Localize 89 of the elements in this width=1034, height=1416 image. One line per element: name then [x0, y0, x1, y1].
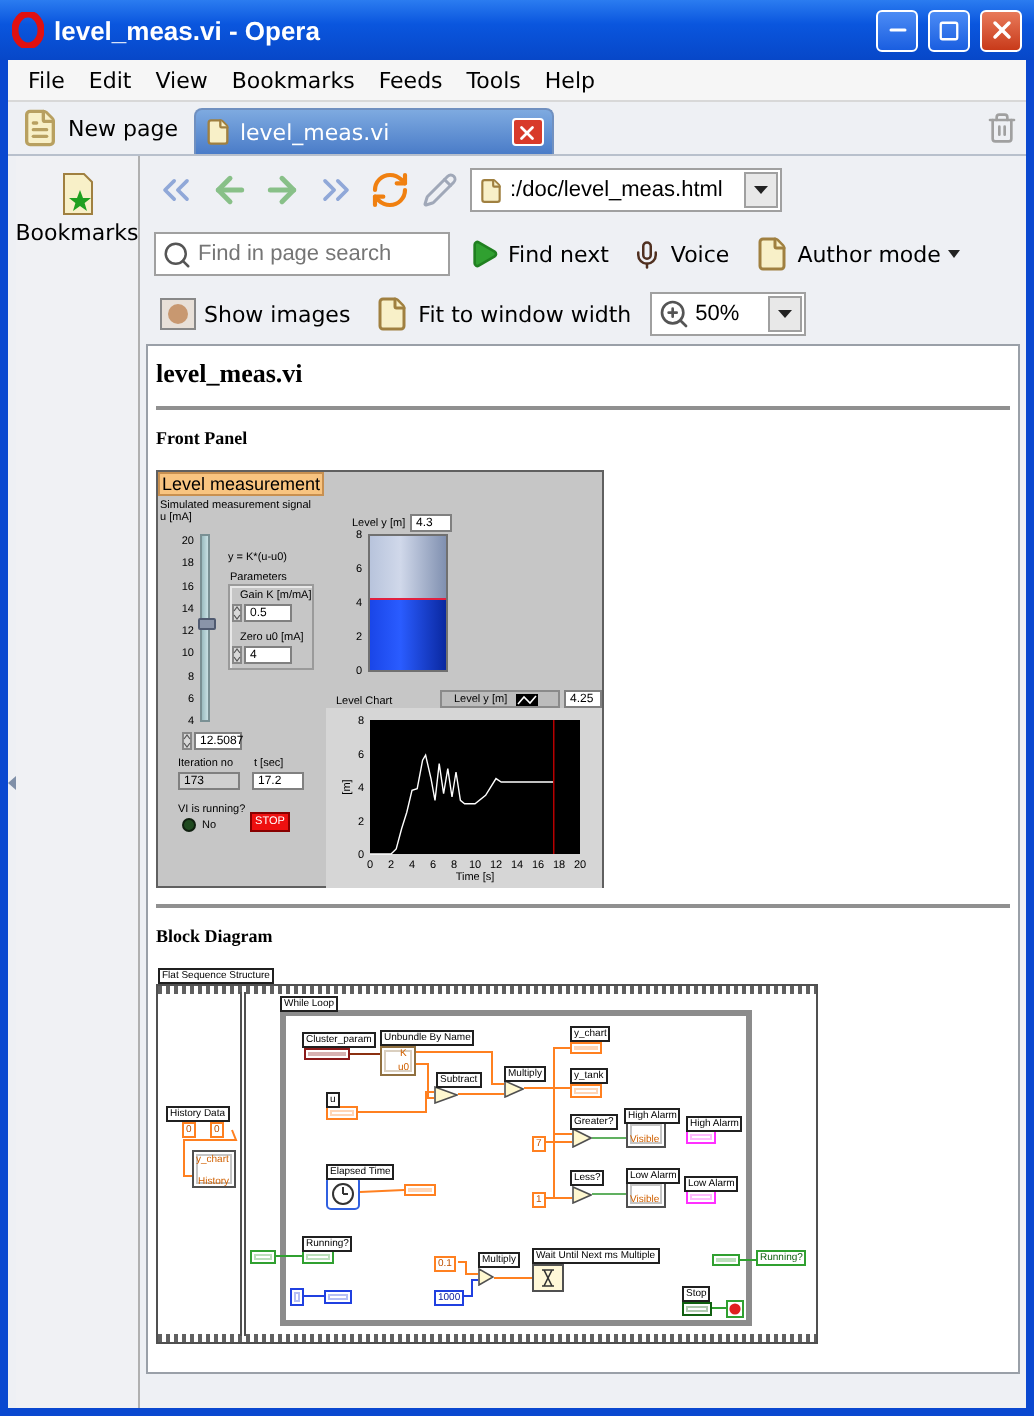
loop-tunnel — [250, 1250, 276, 1264]
menu-item[interactable]: Edit — [76, 67, 144, 93]
wire — [591, 1137, 627, 1139]
show-images-button[interactable]: Show images — [154, 290, 357, 338]
indicator-terminal — [324, 1290, 352, 1304]
indicator-terminal — [570, 1084, 602, 1098]
window-title: level_meas.vi - Opera — [54, 15, 322, 45]
image-icon — [160, 298, 196, 330]
stop-terminal-icon — [726, 1300, 744, 1318]
close-icon — [516, 121, 539, 143]
close-tab-icon[interactable] — [511, 118, 544, 146]
minimize-button[interactable] — [876, 9, 918, 51]
close-button[interactable] — [980, 9, 1022, 51]
menu-item[interactable]: View — [143, 67, 220, 93]
wire — [457, 1261, 479, 1275]
loop-tunnel — [712, 1254, 740, 1266]
document-icon — [753, 236, 790, 272]
wire — [457, 1093, 505, 1095]
document-icon — [478, 177, 504, 203]
document-icon — [374, 296, 411, 332]
page-heading: level_meas.vi — [156, 358, 305, 390]
function-icon — [572, 1186, 592, 1204]
wait-icon — [532, 1264, 564, 1292]
spinner-icon[interactable] — [232, 604, 242, 622]
slider-thumb[interactable] — [198, 618, 216, 631]
maximize-icon — [938, 19, 960, 41]
indicator-terminal — [570, 1042, 602, 1054]
menu-item[interactable]: Help — [532, 67, 607, 93]
control-terminal — [304, 1048, 350, 1060]
address-field[interactable]: :/doc/level_meas.html — [510, 178, 738, 202]
panel-title: Level measurement — [158, 472, 325, 496]
function-icon — [434, 1086, 458, 1104]
maximize-button[interactable] — [928, 9, 970, 51]
spinner-icon[interactable] — [182, 732, 192, 750]
control-terminal — [682, 1302, 712, 1316]
document-icon — [20, 108, 60, 148]
function-icon — [478, 1268, 494, 1286]
zoom-icon — [657, 298, 690, 330]
fit-width-button[interactable]: Fit to window width — [368, 290, 638, 338]
wire — [275, 1255, 303, 1257]
play-icon — [468, 238, 500, 270]
bookmark-star-icon — [57, 172, 97, 216]
section-heading: Front Panel — [156, 428, 250, 448]
wire — [739, 1259, 757, 1261]
voice-button[interactable]: Voice — [626, 230, 736, 278]
control-terminal — [326, 1106, 358, 1120]
search-icon — [162, 239, 192, 269]
spinner-icon[interactable] — [232, 646, 242, 664]
zoom-field[interactable]: 50% — [695, 302, 762, 326]
caret-icon — [948, 250, 961, 258]
zoom-box[interactable]: 50% — [649, 292, 806, 336]
unbundle-node — [380, 1046, 416, 1076]
caret-icon — [754, 186, 768, 194]
line-style-icon — [515, 693, 538, 705]
caret-icon — [777, 310, 792, 318]
function-icon — [504, 1080, 524, 1098]
microphone-icon — [632, 239, 663, 269]
reload-icon[interactable] — [370, 170, 410, 210]
wire — [359, 1189, 405, 1193]
menu-item[interactable]: File — [16, 67, 77, 93]
author-mode-button[interactable]: Author mode — [747, 230, 967, 278]
browser-logo-icon — [12, 12, 44, 48]
chart-node — [192, 1150, 236, 1188]
slider-track[interactable] — [200, 534, 210, 722]
dropdown-icon[interactable] — [744, 172, 778, 208]
iteration-terminal — [290, 1288, 304, 1306]
menu-item[interactable]: Tools — [454, 67, 533, 93]
wire — [591, 1193, 627, 1195]
wire — [303, 1295, 325, 1297]
new-page-button[interactable]: New page — [16, 102, 182, 154]
wire — [493, 1277, 533, 1279]
wire — [183, 1129, 238, 1177]
find-bar[interactable]: Find in page search — [154, 232, 450, 276]
indicator-terminal — [404, 1184, 436, 1196]
parameters-group — [228, 584, 314, 670]
wire — [711, 1307, 727, 1309]
wire — [349, 1053, 381, 1055]
close-icon — [987, 16, 1015, 44]
address-bar[interactable]: :/doc/level_meas.html — [470, 168, 782, 212]
function-icon — [572, 1128, 592, 1148]
wire — [459, 1279, 479, 1297]
section-heading: Block Diagram — [156, 926, 275, 946]
menu-item[interactable]: Feeds — [366, 67, 455, 93]
find-field[interactable]: Find in page search — [198, 242, 448, 266]
document-icon — [203, 118, 232, 146]
sidebar-item[interactable]: Bookmarks — [15, 168, 139, 250]
menu-item[interactable]: Bookmarks — [219, 67, 367, 93]
dropdown-icon[interactable] — [767, 296, 802, 332]
find-next-button[interactable]: Find next — [462, 230, 615, 278]
